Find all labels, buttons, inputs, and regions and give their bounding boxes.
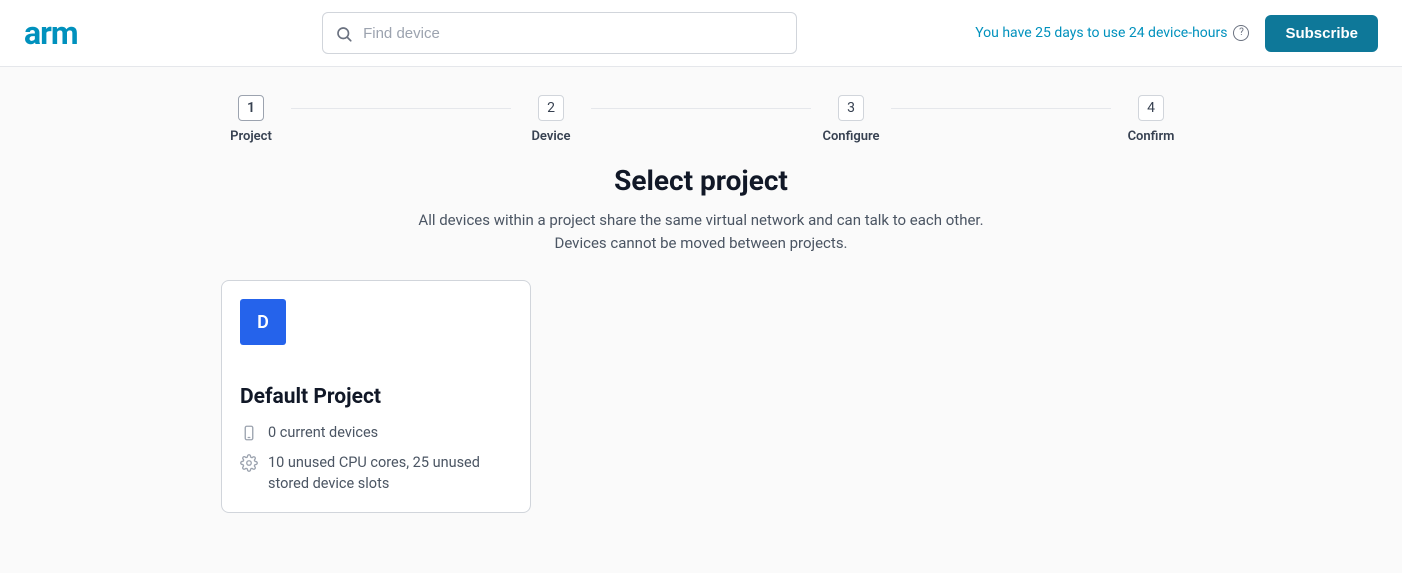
app-header: arm You have 25 days to use 24 device-ho… — [0, 0, 1402, 67]
device-icon — [240, 424, 258, 442]
project-resources-row: 10 unused CPU cores, 25 unused stored de… — [240, 453, 512, 494]
step-device[interactable]: 2 Device — [511, 95, 591, 144]
step-number: 3 — [838, 95, 864, 121]
project-avatar: D — [240, 299, 286, 345]
project-card-default[interactable]: D Default Project 0 current devices — [221, 280, 531, 513]
trial-info-text: You have 25 days to use 24 device-hours — [975, 25, 1227, 41]
step-configure[interactable]: 3 Configure — [811, 95, 891, 144]
step-number: 4 — [1138, 95, 1164, 121]
project-name: Default Project — [240, 385, 512, 409]
project-devices-text: 0 current devices — [268, 423, 378, 443]
step-number: 1 — [238, 95, 264, 121]
project-devices-row: 0 current devices — [240, 423, 512, 443]
step-label: Configure — [822, 129, 879, 144]
search-input[interactable] — [363, 25, 784, 42]
step-label: Project — [230, 129, 272, 144]
step-project[interactable]: 1 Project — [211, 95, 291, 144]
arm-logo: arm — [24, 14, 144, 52]
page-description: All devices within a project share the s… — [351, 209, 1051, 254]
step-label: Device — [531, 129, 570, 144]
gear-icon — [240, 454, 258, 472]
page-body: 1 Project 2 Device 3 Configure 4 Confirm… — [0, 67, 1402, 573]
step-confirm[interactable]: 4 Confirm — [1111, 95, 1191, 144]
projects-list: D Default Project 0 current devices — [201, 280, 1201, 513]
project-resources-text: 10 unused CPU cores, 25 unused stored de… — [268, 453, 512, 494]
subscribe-button[interactable]: Subscribe — [1265, 15, 1378, 52]
page-desc-line2: Devices cannot be moved between projects… — [554, 234, 847, 252]
trial-info[interactable]: You have 25 days to use 24 device-hours … — [975, 25, 1249, 41]
page-desc-line1: All devices within a project share the s… — [418, 211, 983, 229]
header-right: You have 25 days to use 24 device-hours … — [975, 15, 1378, 52]
step-label: Confirm — [1128, 129, 1175, 144]
step-connector — [591, 108, 811, 109]
step-connector — [291, 108, 511, 109]
step-number: 2 — [538, 95, 564, 121]
stepper: 1 Project 2 Device 3 Configure 4 Confirm — [201, 95, 1201, 144]
page-title: Select project — [0, 164, 1402, 197]
search-wrap — [164, 12, 955, 54]
help-icon[interactable]: ? — [1233, 25, 1249, 41]
search-icon — [335, 25, 353, 43]
step-connector — [891, 108, 1111, 109]
search-box[interactable] — [322, 12, 797, 54]
